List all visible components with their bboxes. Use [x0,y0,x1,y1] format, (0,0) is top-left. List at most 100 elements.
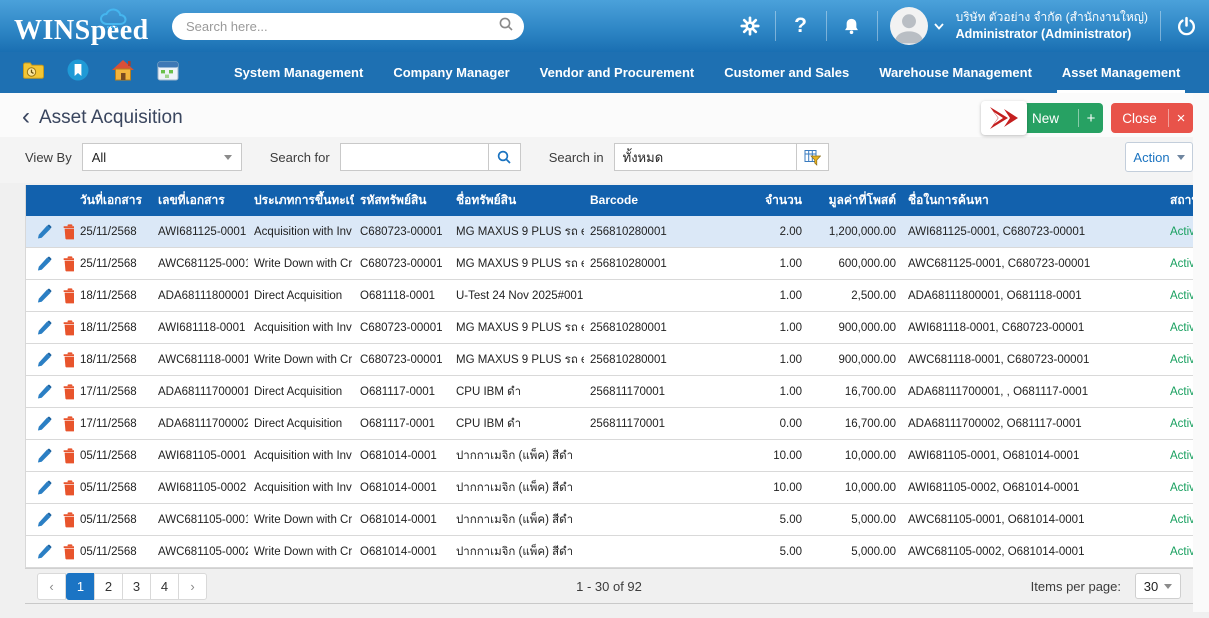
table-row[interactable]: 25/11/2568AWC681125-0001Write Down with … [26,248,1193,280]
nav-item-cash-management[interactable]: Cash Management [1195,52,1209,93]
prev-page-button[interactable]: ‹ [37,573,66,600]
cell-date: 17/11/2568 [74,408,152,439]
close-button[interactable]: Close × [1111,103,1193,133]
nav-item-customer-and-sales[interactable]: Customer and Sales [709,52,864,93]
row-actions [26,280,74,311]
edit-icon[interactable] [37,480,52,495]
help-icon[interactable]: ? [788,14,814,38]
nav-item-vendor-and-procurement[interactable]: Vendor and Procurement [525,52,710,93]
scroll-gutter[interactable] [1193,93,1209,612]
delete-icon[interactable] [63,224,74,240]
cell-search-name: AWI681118-0001, C680723-00001 [902,312,1130,343]
new-dropdown-plus-icon[interactable]: + [1079,110,1103,127]
column-header[interactable]: มูลค่าที่โพสต์ [808,185,902,216]
logout-power-icon[interactable] [1173,16,1199,37]
cell-asset-name: ปากกาเมจิก (แพ็ค) สีดำ [450,440,584,471]
view-by-select[interactable]: All [82,143,242,171]
items-per-page-label: Items per page: [1031,579,1121,594]
table-row[interactable]: 17/11/2568ADA68111700001Direct Acquisiti… [26,376,1193,408]
delete-icon[interactable] [63,352,74,368]
company-name: บริษัท ตัวอย่าง จำกัด (สำนักงานใหญ่) [956,10,1148,26]
nav-item-asset-management[interactable]: Asset Management [1047,52,1195,93]
edit-icon[interactable] [37,288,52,303]
table-row[interactable]: 05/11/2568AWC681105-0001Write Down with … [26,504,1193,536]
delete-icon[interactable] [63,512,74,528]
notifications-bell-icon[interactable] [839,17,865,36]
table-row[interactable]: 25/11/2568AWI681125-0001Acquisition with… [26,216,1193,248]
table-row[interactable]: 05/11/2568AWI681105-0001Acquisition with… [26,440,1193,472]
nav-item-warehouse-management[interactable]: Warehouse Management [864,52,1047,93]
action-button[interactable]: Action [1125,142,1193,172]
edit-icon[interactable] [37,544,52,559]
nav-item-system-management[interactable]: System Management [219,52,378,93]
cell-asset-name: MG MAXUS 9 PLUS รถ e-I [450,216,584,247]
table-row[interactable]: 18/11/2568AWC681118-0001Write Down with … [26,344,1193,376]
cell-date: 25/11/2568 [74,248,152,279]
edit-icon[interactable] [37,384,52,399]
column-filter-icon[interactable] [796,143,829,171]
column-header[interactable]: ชื่อในการค้นหา [902,185,1130,216]
column-header[interactable]: จำนวน [730,185,808,216]
settings-gear-icon[interactable] [737,16,763,36]
delete-icon[interactable] [63,416,74,432]
delete-icon[interactable] [63,288,74,304]
cell-barcode: 256811170001 [584,408,730,439]
cell-doc-no: ADA68111700002 [152,408,248,439]
column-header[interactable]: ประเภทการขึ้นทะเบีย [248,185,354,216]
column-header[interactable]: รหัสทรัพย์สิน [354,185,450,216]
delete-icon[interactable] [63,448,74,464]
items-per-page-select[interactable]: 30 [1135,573,1181,599]
logo[interactable]: WINSpeed [14,7,162,45]
edit-icon[interactable] [37,512,52,527]
close-x-icon[interactable]: × [1169,110,1193,127]
table-row[interactable]: 05/11/2568AWI681105-0002Acquisition with… [26,472,1193,504]
delete-icon[interactable] [63,256,74,272]
table-row[interactable]: 18/11/2568ADA68111800001Direct Acquisiti… [26,280,1193,312]
column-header[interactable]: ชื่อทรัพย์สิน [450,185,584,216]
edit-icon[interactable] [37,352,52,367]
calendar-icon[interactable] [157,60,179,86]
pagination-pages: 1234 [66,573,179,600]
table-row[interactable]: 18/11/2568AWI681118-0001Acquisition with… [26,312,1193,344]
global-search[interactable] [172,13,524,40]
page-button-1[interactable]: 1 [66,573,95,600]
page-button-3[interactable]: 3 [122,573,151,600]
search-icon[interactable] [498,16,514,37]
chevron-down-icon [1164,584,1172,589]
user-menu[interactable]: บริษัท ตัวอย่าง จำกัด (สำนักงานใหญ่) Adm… [890,7,1148,45]
search-in-input[interactable] [614,143,796,171]
column-header[interactable]: เลขที่เอกสาร [152,185,248,216]
avatar[interactable] [890,7,928,45]
delete-icon[interactable] [63,384,74,400]
column-header[interactable]: Barcode [584,185,730,216]
search-for-input[interactable] [340,143,488,171]
table-row[interactable]: 17/11/2568ADA68111700002Direct Acquisiti… [26,408,1193,440]
cell-qty: 0.00 [730,408,808,439]
cell-qty: 1.00 [730,280,808,311]
next-page-button[interactable]: › [178,573,207,600]
page-button-4[interactable]: 4 [150,573,179,600]
cell-doc-no: AWI681125-0001 [152,216,248,247]
home-icon[interactable] [111,59,135,86]
page-button-2[interactable]: 2 [94,573,123,600]
edit-icon[interactable] [37,256,52,271]
nav-item-company-manager[interactable]: Company Manager [378,52,524,93]
edit-icon[interactable] [37,224,52,239]
cell-posted-value: 5,000.00 [808,536,902,567]
column-header[interactable]: วันที่เอกสาร [74,185,152,216]
table-row[interactable]: 05/11/2568AWC681105-0002Write Down with … [26,536,1193,568]
filter-toolbar: View By All Search for Search in Action [0,137,1209,183]
recent-files-icon[interactable] [22,60,45,86]
delete-icon[interactable] [63,544,74,560]
search-for-button[interactable] [488,143,521,171]
cell-status: Active [1130,504,1193,535]
delete-icon[interactable] [63,480,74,496]
global-search-input[interactable] [186,19,498,34]
edit-icon[interactable] [37,416,52,431]
back-chevron-icon[interactable]: ‹ [22,105,30,132]
edit-icon[interactable] [37,448,52,463]
bookmark-icon[interactable] [67,59,89,86]
column-header[interactable]: สถานะ [1130,185,1193,216]
edit-icon[interactable] [37,320,52,335]
delete-icon[interactable] [63,320,74,336]
